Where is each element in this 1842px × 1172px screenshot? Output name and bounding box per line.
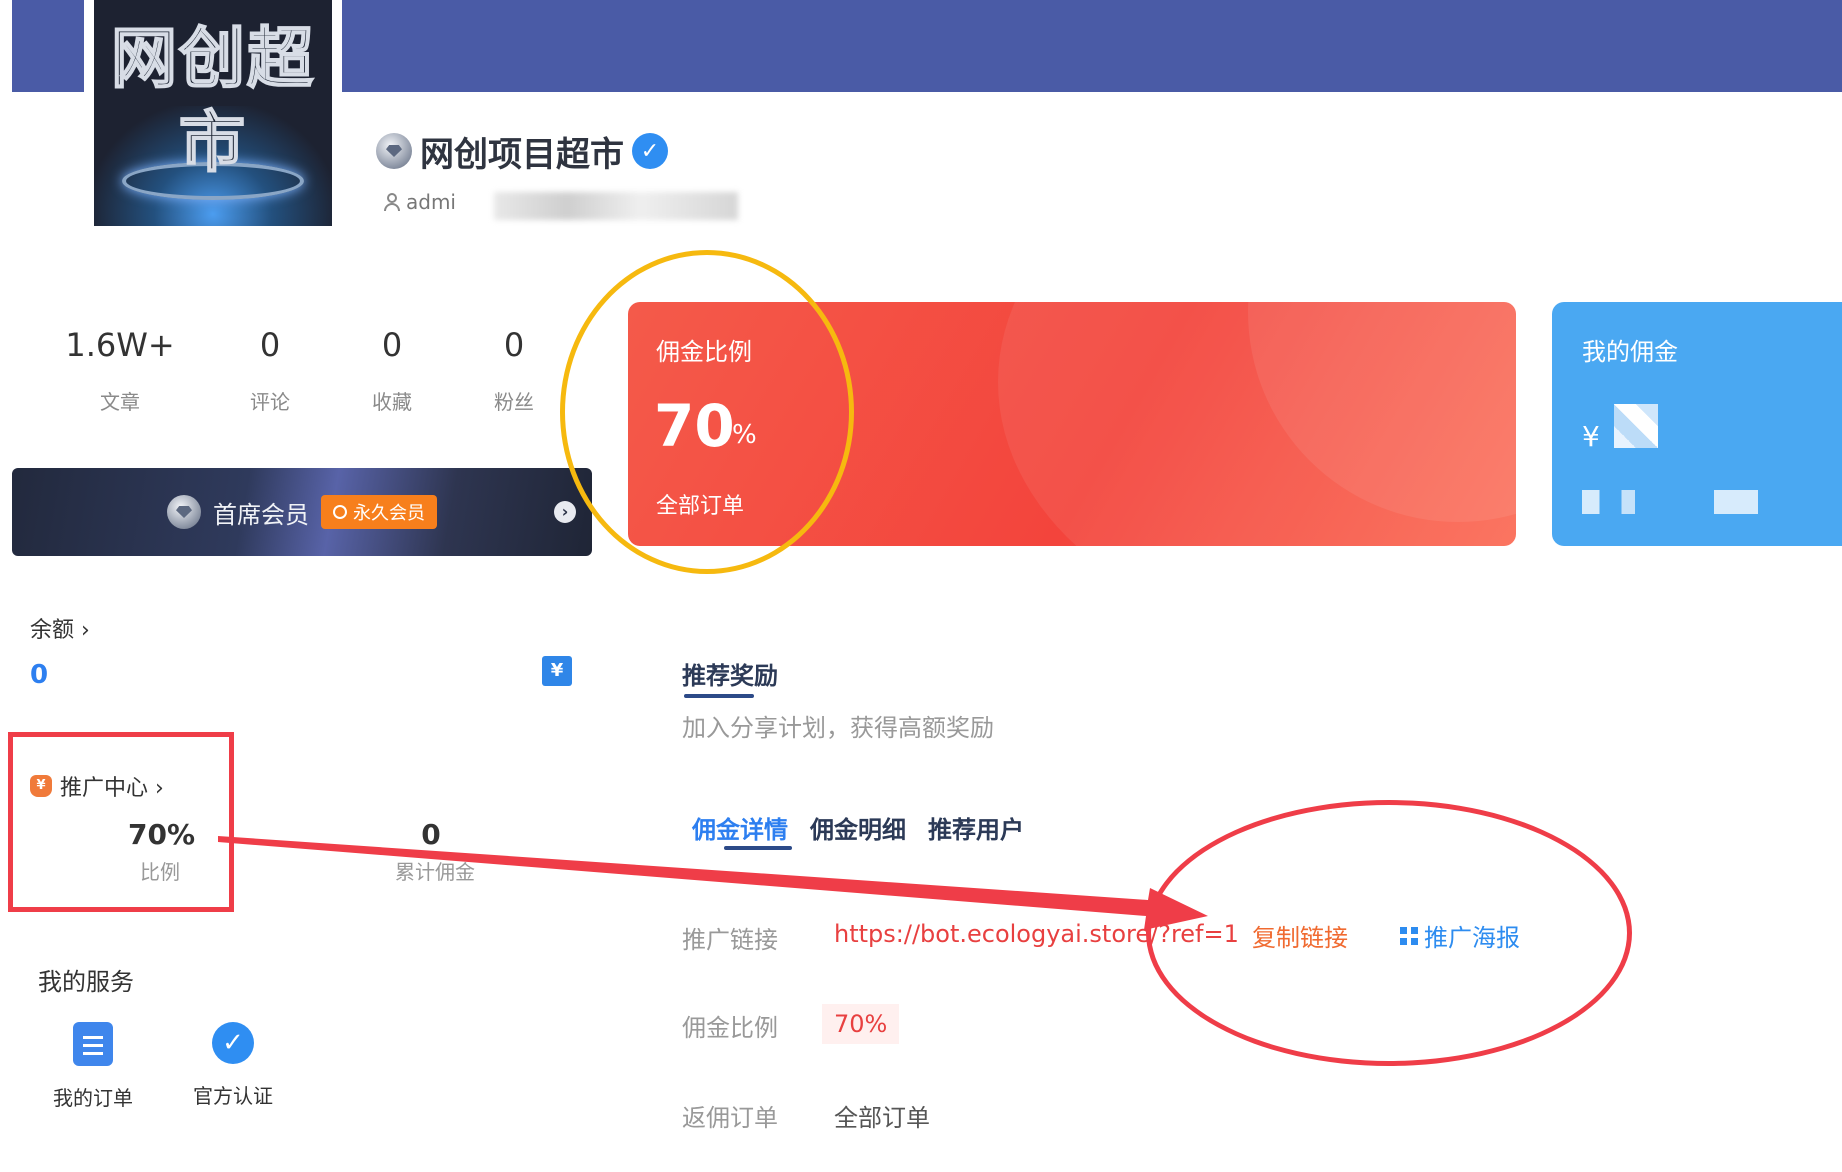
service-label: 官方认证: [193, 1084, 273, 1108]
balance-value: 0: [30, 660, 49, 690]
username: admi: [406, 190, 456, 214]
chevron-right-icon[interactable]: ›: [554, 501, 576, 523]
currency-symbol: ¥: [1582, 420, 1600, 453]
stat-value: 1.6W+: [65, 326, 175, 364]
my-commission-card[interactable]: 我的佣金 ¥: [1552, 302, 1842, 546]
stat-favorites[interactable]: 0 收藏: [322, 326, 462, 415]
rewards-subtitle: 加入分享计划，获得高额奖励: [682, 714, 994, 742]
stat-value: 0: [259, 326, 281, 364]
rebate-orders-value[interactable]: 全部订单: [834, 1098, 930, 1133]
redacted-area: [494, 192, 738, 220]
tab-referred-users[interactable]: 推荐用户: [928, 810, 1024, 845]
profile-name-row: 网创项目超市 ✓: [376, 128, 668, 175]
verified-badge-icon: ✓: [632, 133, 668, 169]
rate-label: 佣金比例: [682, 1014, 778, 1042]
rate-value: 70%: [822, 1004, 900, 1044]
diamond-icon: [376, 133, 412, 169]
stat-value: 0: [503, 326, 525, 364]
cumulative-commission-label: 累计佣金: [395, 860, 475, 884]
avatar-logo-text: 网创超市: [110, 18, 315, 182]
service-label: 我的订单: [53, 1086, 133, 1110]
vip-membership-bar[interactable]: 首席会员 永久会员 ›: [12, 468, 592, 556]
active-tab-underline: [724, 846, 792, 850]
redacted-amount: [1614, 404, 1658, 448]
clock-icon: [333, 505, 347, 519]
rebate-orders-label: 返佣订单: [682, 1104, 778, 1132]
stat-label: 文章: [100, 390, 140, 414]
balance-link[interactable]: 余额 ›: [30, 612, 90, 644]
stat-articles[interactable]: 1.6W+ 文章: [50, 326, 190, 415]
wallet-icon[interactable]: ¥: [542, 656, 572, 686]
vip-badge: 永久会员: [321, 495, 437, 529]
annotation-red-circle: [1146, 800, 1632, 1066]
service-official-verification[interactable]: ✓ 官方认证: [178, 1022, 288, 1109]
rewards-title-underline: [684, 694, 754, 698]
user-icon: [384, 193, 400, 211]
service-my-orders[interactable]: 我的订单: [38, 1022, 148, 1111]
diamond-icon: [167, 495, 201, 529]
profile-name: 网创项目超市: [420, 134, 624, 175]
promo-link-label: 推广链接: [682, 926, 778, 954]
stat-label: 收藏: [372, 390, 412, 414]
tab-commission-details[interactable]: 佣金详情: [692, 810, 788, 845]
order-icon: [73, 1022, 113, 1066]
annotation-red-box: [8, 732, 234, 912]
vip-label: 首席会员: [213, 500, 309, 529]
stat-comments[interactable]: 0 评论: [200, 326, 340, 415]
services-title: 我的服务: [38, 968, 134, 996]
redacted-detail: [1582, 490, 1802, 514]
rewards-title: 推荐奖励: [682, 662, 778, 690]
cumulative-commission-value: 0: [421, 818, 441, 851]
verified-icon: ✓: [212, 1022, 254, 1064]
stat-label: 评论: [250, 390, 290, 414]
username-row: admi: [384, 190, 456, 214]
stat-value: 0: [381, 326, 403, 364]
vip-badge-label: 永久会员: [353, 503, 425, 524]
avatar[interactable]: 网创超市: [84, 0, 342, 236]
tab-commission-records[interactable]: 佣金明细: [810, 810, 906, 845]
annotation-yellow-circle: [560, 250, 854, 574]
annotation-arrow-shape: [218, 836, 1208, 930]
my-commission-title: 我的佣金: [1582, 338, 1678, 366]
